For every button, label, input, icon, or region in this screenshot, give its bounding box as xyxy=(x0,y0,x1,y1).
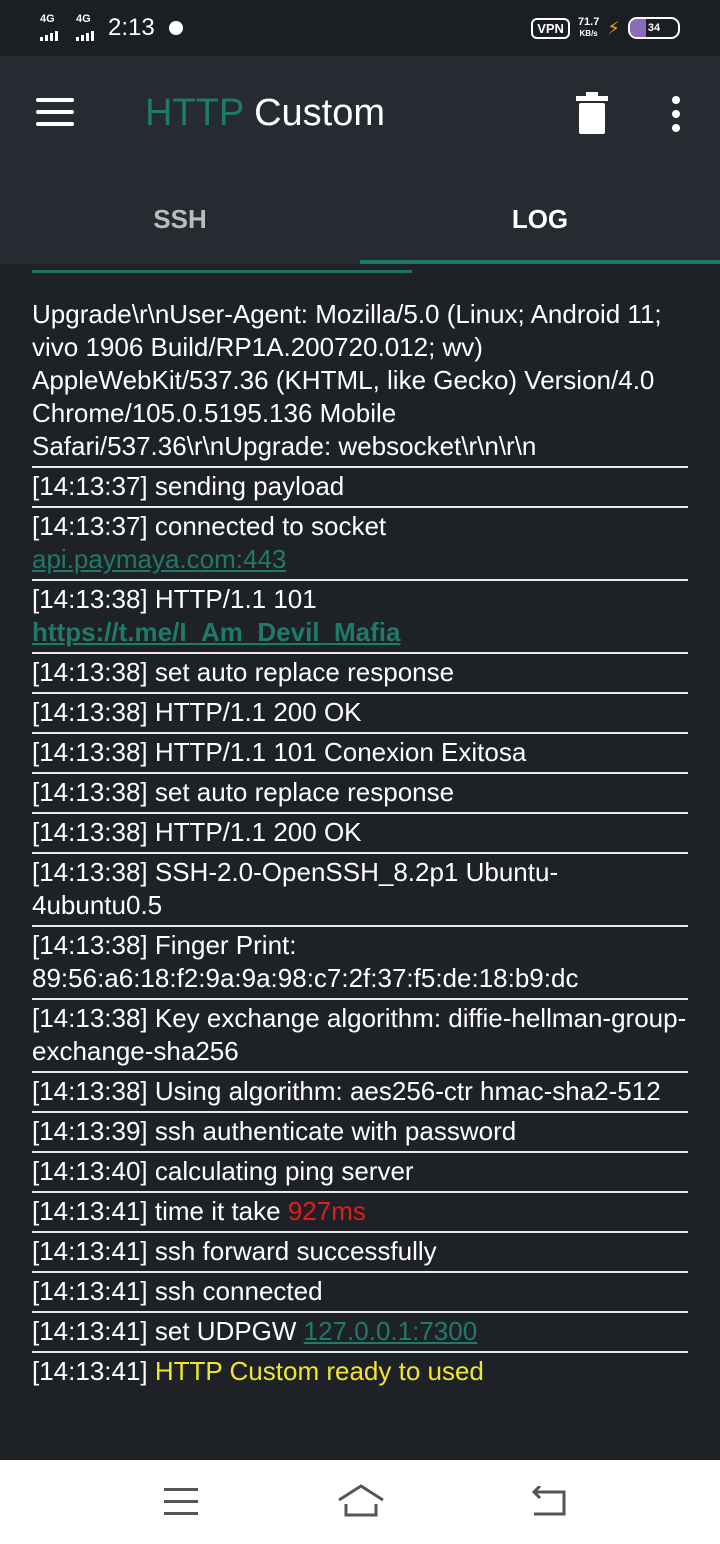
menu-button[interactable] xyxy=(36,96,76,128)
battery-level: 34 xyxy=(647,22,661,34)
log-entry-prefix: [14:13:41] xyxy=(32,1356,155,1386)
log-entry: [14:13:39] ssh authenticate with passwor… xyxy=(32,1113,688,1153)
trash-icon xyxy=(576,92,608,134)
signal-icon-2: 4G xyxy=(76,13,94,41)
log-entry-prefix: [14:13:41] set UDPGW xyxy=(32,1316,304,1346)
log-entry-text: [14:13:38] HTTP/1.1 200 OK xyxy=(32,817,362,847)
log-entry-text: [14:13:38] HTTP/1.1 101 Conexion Exitosa xyxy=(32,737,527,767)
log-entry: [14:13:38] Key exchange algorithm: diffi… xyxy=(32,1000,688,1073)
log-entry-text: [14:13:38] SSH-2.0-OpenSSH_8.2p1 Ubuntu-… xyxy=(32,857,559,920)
log-entry-text: [14:13:38] HTTP/1.1 200 OK xyxy=(32,697,362,727)
log-entry: [14:13:38] HTTP/1.1 200 OK xyxy=(32,814,688,854)
log-entry-text: [14:13:38] Key exchange algorithm: diffi… xyxy=(32,1003,687,1066)
log-entry-text: Upgrade\r\nUser-Agent: Mozilla/5.0 (Linu… xyxy=(32,299,662,461)
log-entry-text: [14:13:38] set auto replace response xyxy=(32,657,455,687)
log-entry: [14:13:41] HTTP Custom ready to used xyxy=(32,1353,688,1391)
charging-icon: ⚡ xyxy=(607,17,620,38)
log-entry-text: [14:13:38] Using algorithm: aes256-ctr h… xyxy=(32,1076,661,1106)
log-entry: [14:13:41] time it take 927ms xyxy=(32,1193,688,1233)
log-entry-text: [14:13:37] connected to socket xyxy=(32,511,387,541)
log-entry: [14:13:40] calculating ping server xyxy=(32,1153,688,1193)
tab-ssh[interactable]: SSH xyxy=(0,174,360,264)
log-entry-prefix: [14:13:41] time it take xyxy=(32,1196,288,1226)
home-icon xyxy=(338,1484,384,1517)
navigation-bar xyxy=(0,1460,720,1544)
log-entry-text: [14:13:40] calculating ping server xyxy=(32,1156,414,1186)
recent-apps-button[interactable] xyxy=(164,1488,198,1516)
log-entry-link[interactable]: api.paymaya.com:443 xyxy=(32,544,286,574)
tab-bar: SSH LOG xyxy=(0,174,720,264)
log-entry-text: [14:13:37] sending payload xyxy=(32,471,345,501)
log-entry-link[interactable]: 127.0.0.1:7300 xyxy=(304,1316,478,1346)
log-entry: [14:13:38] SSH-2.0-OpenSSH_8.2p1 Ubuntu-… xyxy=(32,854,688,927)
partial-link xyxy=(32,264,412,273)
log-entry: [14:13:37] sending payload xyxy=(32,468,688,508)
ready-message: HTTP Custom ready to used xyxy=(154,1356,484,1386)
log-entry: Upgrade\r\nUser-Agent: Mozilla/5.0 (Linu… xyxy=(32,264,688,468)
network-speed: 71.7 KB/s xyxy=(578,17,599,39)
log-entry: [14:13:38] set auto replace response xyxy=(32,774,688,814)
log-entry: [14:13:41] ssh forward successfully xyxy=(32,1233,688,1273)
app-title-custom: Custom xyxy=(254,92,386,134)
speed-unit: KB/s xyxy=(579,29,598,38)
log-entry: [14:13:38] Finger Print: 89:56:a6:18:f2:… xyxy=(32,927,688,1000)
app-title-http: HTTP xyxy=(145,92,244,134)
log-entry: [14:13:37] connected to socket api.paymay… xyxy=(32,508,688,581)
more-options-button[interactable] xyxy=(668,94,684,134)
log-entry-text: [14:13:41] ssh connected xyxy=(32,1276,323,1306)
app-title: HTTP Custom xyxy=(145,92,385,135)
log-entry-text: [14:13:41] ssh forward successfully xyxy=(32,1236,437,1266)
back-icon xyxy=(531,1484,566,1516)
battery-icon: 34 xyxy=(628,17,680,39)
log-entry: [14:13:38] HTTP/1.1 101 Conexion Exitosa xyxy=(32,734,688,774)
log-entry-link[interactable]: https://t.me/I_Am_Devil_Mafia xyxy=(32,617,400,647)
log-entry: [14:13:38] set auto replace response xyxy=(32,654,688,694)
vpn-badge: VPN xyxy=(531,17,570,39)
log-entry: [14:13:38] HTTP/1.1 101 https://t.me/I_Am… xyxy=(32,581,688,654)
signal-icon: 4G xyxy=(40,13,58,41)
back-button[interactable] xyxy=(530,1484,570,1518)
notification-icon xyxy=(168,21,183,35)
log-entry-text: [14:13:38] Finger Print: 89:56:a6:18:f2:… xyxy=(32,930,579,993)
app-bar: HTTP Custom SSH LOG xyxy=(0,56,720,264)
ping-value: 927ms xyxy=(287,1196,366,1226)
log-entry-text: [14:13:38] HTTP/1.1 101 xyxy=(32,584,317,614)
log-entry: [14:13:41] ssh connected xyxy=(32,1273,688,1313)
tab-log[interactable]: LOG xyxy=(360,174,720,264)
log-view[interactable]: Upgrade\r\nUser-Agent: Mozilla/5.0 (Linu… xyxy=(32,264,688,1460)
speed-value: 71.7 xyxy=(577,16,600,28)
log-entry: [14:13:38] Using algorithm: aes256-ctr h… xyxy=(32,1073,688,1113)
clock: 2:13 xyxy=(108,14,155,41)
clear-log-button[interactable] xyxy=(576,92,608,134)
log-entry: [14:13:38] HTTP/1.1 200 OK xyxy=(32,694,688,734)
log-entry-text: [14:13:38] set auto replace response xyxy=(32,777,455,807)
log-entry: [14:13:41] set UDPGW 127.0.0.1:7300 xyxy=(32,1313,688,1353)
log-entry-text: [14:13:39] ssh authenticate with passwor… xyxy=(32,1116,517,1146)
status-bar: 4G 4G 2:13 VPN 71.7 KB/s ⚡ 34 xyxy=(0,0,720,56)
home-button[interactable] xyxy=(336,1482,386,1518)
